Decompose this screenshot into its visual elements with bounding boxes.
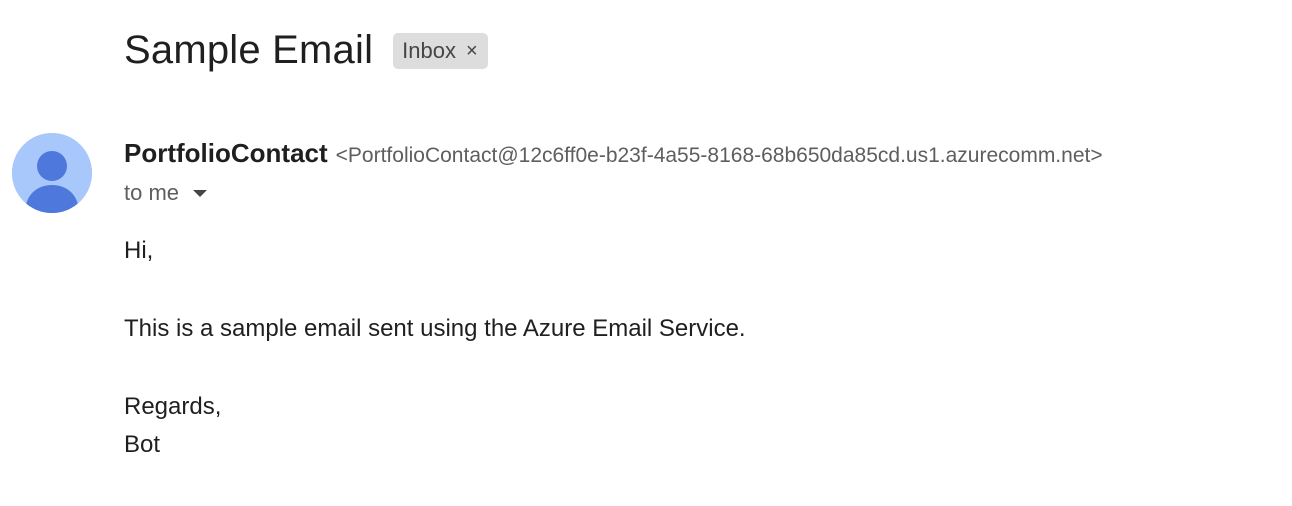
sender-row: PortfolioContact <PortfolioContact@12c6f… <box>124 138 1103 169</box>
close-icon[interactable]: × <box>466 40 478 63</box>
email-subject: Sample Email <box>124 28 374 72</box>
recipient-text: to me <box>124 180 180 205</box>
subject-row: Sample Email Inbox × <box>124 24 488 76</box>
body-signature: Bot <box>124 431 161 458</box>
email-view: Sample Email Inbox × PortfolioContact <P… <box>0 0 1292 506</box>
label-chip-text: Inbox <box>402 38 456 63</box>
label-chip-inbox[interactable]: Inbox × <box>393 33 488 69</box>
body-message: This is a sample email sent using the Az… <box>124 315 746 342</box>
caret-down-icon[interactable] <box>193 189 208 197</box>
email-body: Hi, This is a sample email sent using th… <box>124 232 746 464</box>
sender-name[interactable]: PortfolioContact <box>124 138 328 169</box>
body-greeting: Hi, <box>124 237 154 264</box>
recipient-row: to me <box>124 180 208 206</box>
person-avatar-icon[interactable] <box>12 133 92 213</box>
sender-email: <PortfolioContact@12c6ff0e-b23f-4a55-816… <box>335 144 1103 167</box>
body-closing: Regards, <box>124 393 222 420</box>
